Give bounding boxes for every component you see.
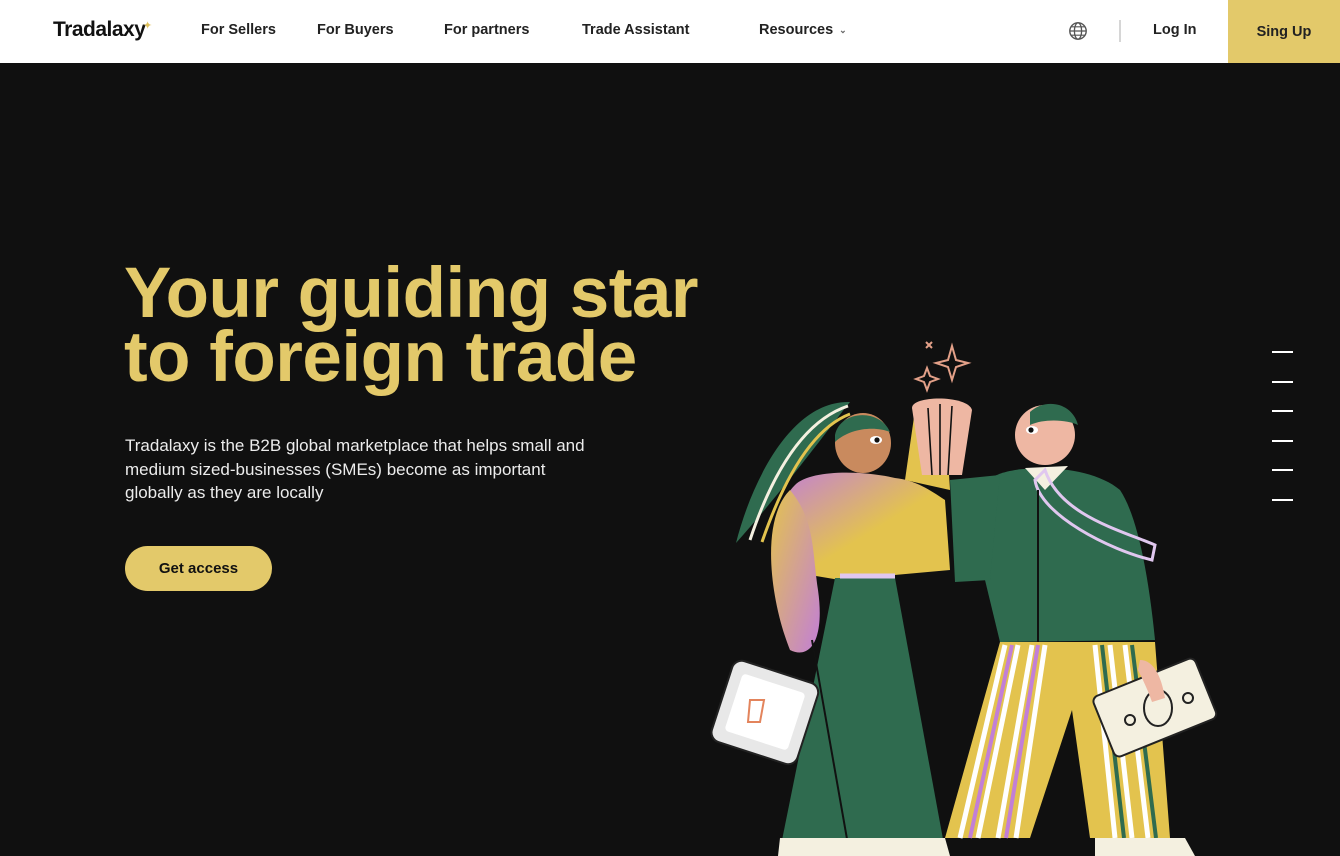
get-access-button[interactable]: Get access	[125, 546, 272, 591]
logo[interactable]: Tradalaxy	[53, 18, 146, 42]
logo-star-icon: ✦	[143, 20, 153, 32]
signup-button[interactable]: Sing Up	[1228, 0, 1340, 63]
hero-title: Your guiding star to foreign trade	[124, 258, 704, 393]
top-navigation-bar: Tradalaxy ✦ For Sellers For Buyers For p…	[0, 0, 1340, 63]
slide-indicator-1[interactable]	[1272, 351, 1293, 353]
slide-indicator-5[interactable]	[1272, 469, 1293, 471]
nav-for-buyers[interactable]: For Buyers	[317, 22, 394, 38]
slide-indicator-3[interactable]	[1272, 410, 1293, 412]
nav-for-sellers[interactable]: For Sellers	[201, 22, 276, 38]
slide-indicator-nav	[1272, 351, 1293, 528]
hero-description: Tradalaxy is the B2B global marketplace …	[125, 436, 585, 502]
login-link[interactable]: Log In	[1153, 22, 1197, 38]
header-divider	[1119, 20, 1121, 42]
high-five-illustration	[710, 341, 1218, 856]
globe-icon[interactable]	[1068, 21, 1088, 41]
nav-resources-label: Resources	[759, 22, 834, 38]
slide-indicator-4[interactable]	[1272, 439, 1293, 442]
slide-indicator-2[interactable]	[1272, 380, 1293, 383]
nav-trade-assistant[interactable]: Trade Assistant	[582, 22, 689, 38]
slide-indicator-6[interactable]	[1272, 498, 1293, 501]
hero-title-line-2: to foreign trade	[124, 318, 637, 397]
chevron-down-icon: ⌄	[839, 24, 847, 35]
sparkle-icon	[913, 341, 972, 393]
nav-for-partners[interactable]: For partners	[444, 22, 529, 38]
nav-resources-dropdown[interactable]: Resources ⌄	[759, 22, 847, 38]
